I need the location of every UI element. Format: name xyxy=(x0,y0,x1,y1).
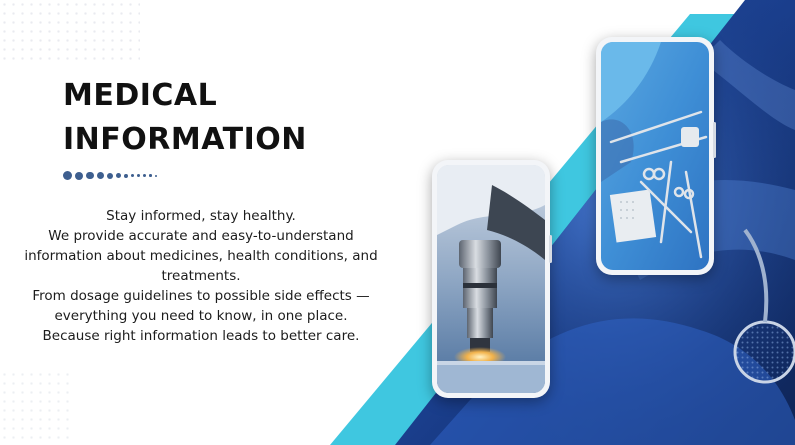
title-line-1: MEDICAL xyxy=(63,78,218,113)
phone-mockup-surgical-tools xyxy=(596,37,716,275)
stethoscope-icon xyxy=(733,320,795,384)
page-title: MEDICAL INFORMATION xyxy=(63,74,307,162)
description-line: From dosage guidelines to possible side … xyxy=(32,288,370,324)
description-line: We provide accurate and easy-to-understa… xyxy=(24,228,378,284)
surgical-tools-image xyxy=(601,42,709,270)
description-line: Stay informed, stay healthy. xyxy=(106,208,296,224)
description-text: Stay informed, stay healthy. We provide … xyxy=(16,206,386,346)
microscope-image xyxy=(437,165,545,393)
title-line-2: INFORMATION xyxy=(63,122,307,157)
description-line: Because right information leads to bette… xyxy=(42,328,360,344)
decorative-dot-divider xyxy=(63,171,157,180)
phone-mockup-microscope xyxy=(432,160,552,398)
